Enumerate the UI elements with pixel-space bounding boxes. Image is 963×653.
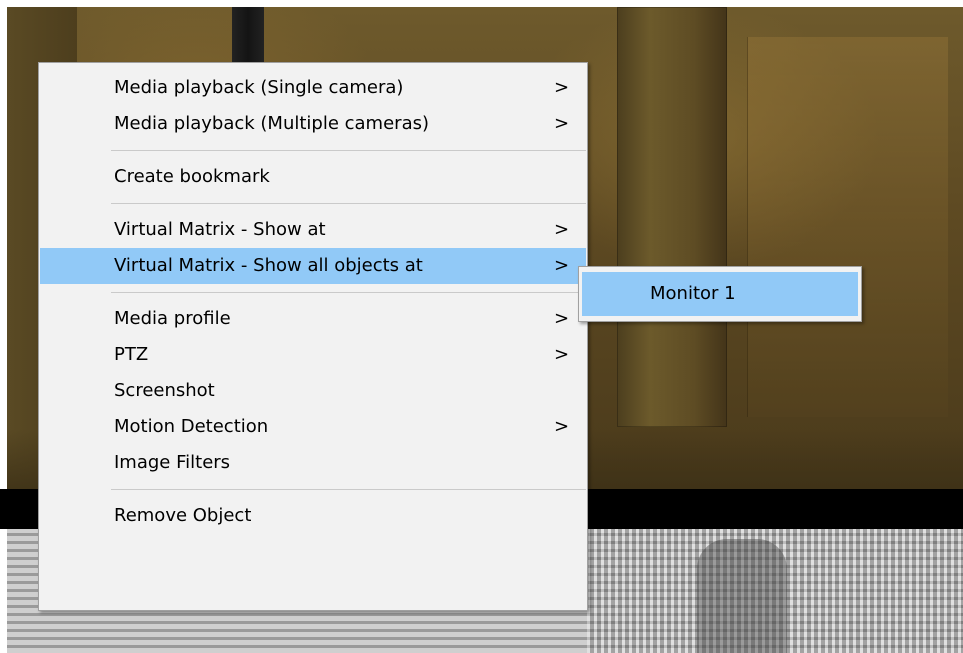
submenu-monitors: Monitor 1: [578, 266, 862, 322]
menu-item-virtual-matrix-show-at[interactable]: Virtual Matrix - Show at >: [40, 212, 586, 248]
menu-separator: [111, 203, 586, 204]
menu-item-media-playback-multiple[interactable]: Media playback (Multiple cameras) >: [40, 106, 586, 142]
menu-item-image-filters[interactable]: Image Filters: [40, 445, 586, 481]
camera-scene-figure: [697, 539, 787, 653]
submenu-arrow-icon: >: [554, 416, 570, 437]
menu-separator: [111, 150, 586, 151]
menu-item-label: PTZ: [114, 344, 149, 365]
submenu-arrow-icon: >: [554, 344, 570, 365]
camera-viewer: Media playback (Single camera) > Media p…: [0, 0, 963, 653]
submenu-item-monitor-1[interactable]: Monitor 1: [582, 272, 858, 316]
menu-item-label: Image Filters: [114, 452, 231, 473]
menu-item-label: Virtual Matrix - Show at: [114, 219, 326, 240]
menu-item-virtual-matrix-show-all-objects-at[interactable]: Virtual Matrix - Show all objects at >: [40, 248, 586, 284]
menu-item-create-bookmark[interactable]: Create bookmark: [40, 159, 586, 195]
menu-separator: [111, 489, 586, 490]
menu-item-label: Media playback (Multiple cameras): [114, 113, 429, 134]
submenu-arrow-icon: >: [554, 255, 570, 276]
menu-item-label: Screenshot: [114, 380, 215, 401]
menu-separator: [111, 292, 586, 293]
submenu-arrow-icon: >: [554, 113, 570, 134]
menu-item-media-profile[interactable]: Media profile >: [40, 301, 586, 337]
context-menu: Media playback (Single camera) > Media p…: [38, 62, 588, 611]
submenu-arrow-icon: >: [554, 308, 570, 329]
camera-scene-panel: [747, 37, 948, 417]
menu-item-motion-detection[interactable]: Motion Detection >: [40, 409, 586, 445]
camera-scene-door: [617, 7, 727, 427]
menu-item-screenshot[interactable]: Screenshot: [40, 373, 586, 409]
menu-item-label: Create bookmark: [114, 166, 270, 187]
submenu-arrow-icon: >: [554, 219, 570, 240]
menu-item-label: Remove Object: [114, 505, 252, 526]
menu-item-label: Media profile: [114, 308, 231, 329]
menu-item-ptz[interactable]: PTZ >: [40, 337, 586, 373]
menu-item-media-playback-single[interactable]: Media playback (Single camera) >: [40, 70, 586, 106]
menu-item-remove-object[interactable]: Remove Object: [40, 498, 586, 534]
submenu-arrow-icon: >: [554, 77, 570, 98]
menu-item-label: Virtual Matrix - Show all objects at: [114, 255, 423, 276]
menu-item-label: Monitor 1: [650, 283, 736, 304]
menu-item-label: Motion Detection: [114, 416, 269, 437]
menu-item-label: Media playback (Single camera): [114, 77, 404, 98]
